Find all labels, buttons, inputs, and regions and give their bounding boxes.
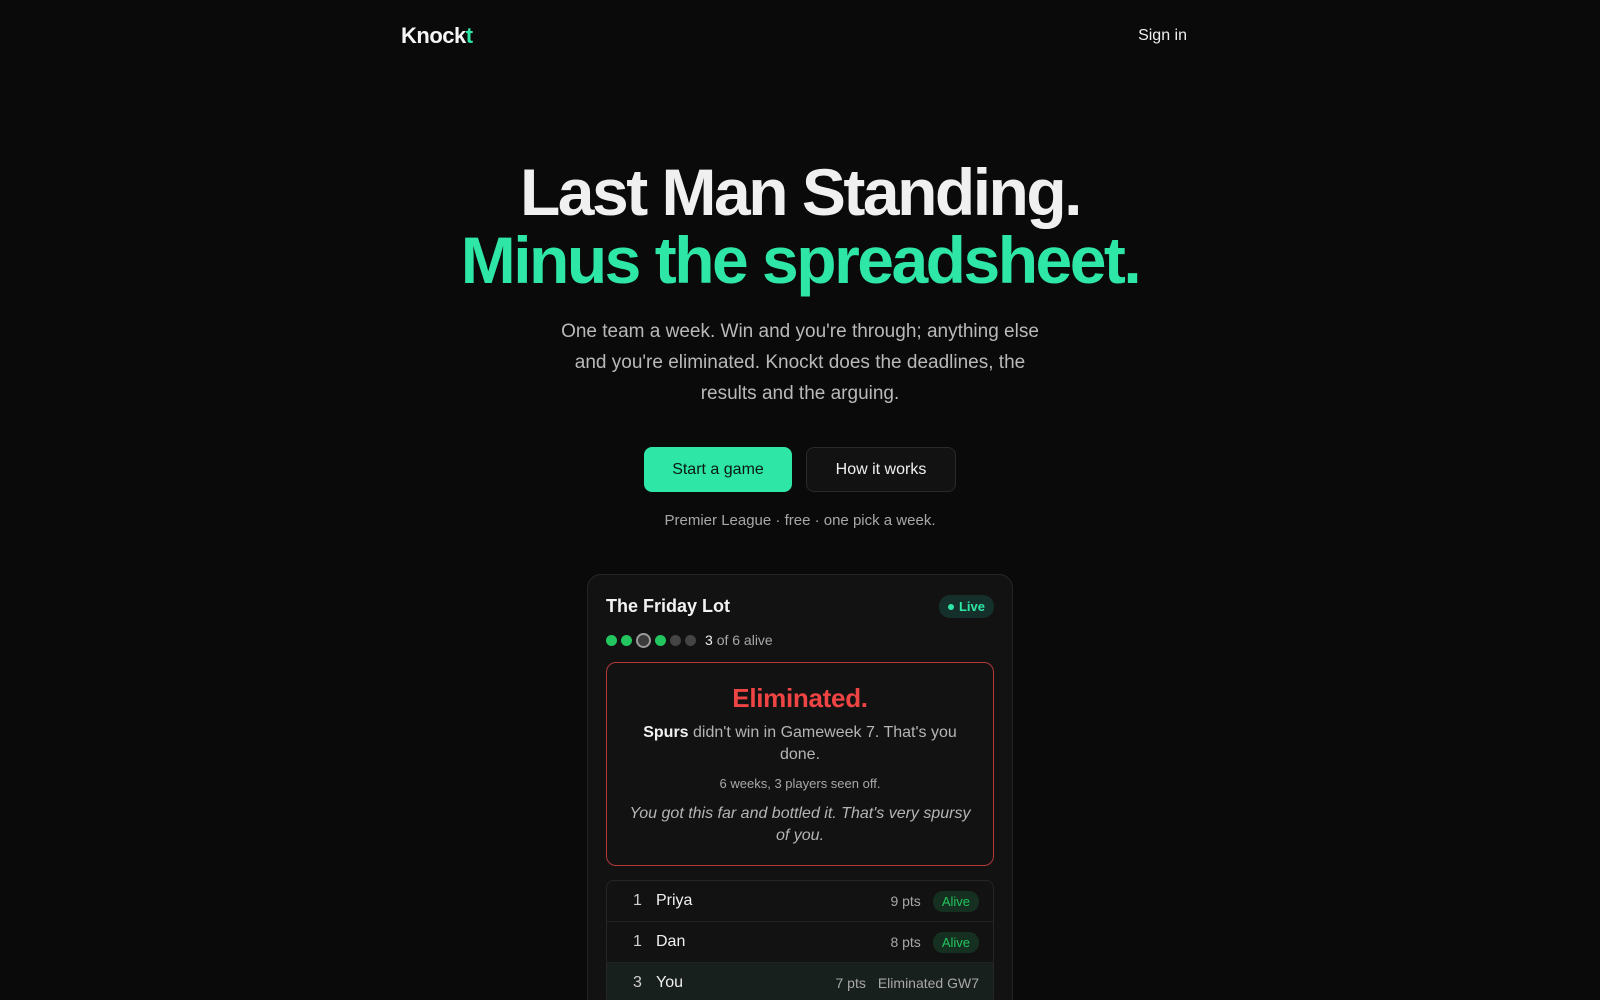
player-dot-you <box>636 632 651 648</box>
row-player-name: You <box>656 974 683 991</box>
row-rank: 1 <box>633 892 642 909</box>
alive-count-text: 3 of 6 alive <box>705 632 773 648</box>
start-game-button[interactable]: Start a game <box>644 447 792 492</box>
game-preview-card: The Friday Lot Live 3 of 6 alive Elimina… <box>587 574 1013 1000</box>
logo-main: Knock <box>401 23 466 48</box>
table-row: 1 Priya 9 pts Alive <box>607 881 993 922</box>
signin-link[interactable]: Sign in <box>1138 27 1187 45</box>
player-dot-out <box>685 634 696 646</box>
live-dot-icon <box>947 603 954 610</box>
card-header: The Friday Lot Live <box>606 595 994 618</box>
elimination-quote: You got this far and bottled it. That's … <box>629 805 971 844</box>
elimination-title: Eliminated. <box>732 683 868 713</box>
row-status-text: Eliminated GW7 <box>877 975 979 991</box>
logo[interactable]: Knockt <box>401 23 473 49</box>
cta-group: Start a game How it works <box>0 447 1600 492</box>
eliminated-team: Spurs <box>643 724 689 741</box>
row-player-name: Priya <box>656 892 693 909</box>
row-status-badge: Alive <box>932 931 979 953</box>
hero: Last Man Standing. Minus the spreadsheet… <box>0 158 1600 529</box>
standings-table: 1 Priya 9 pts Alive 1 Dan 8 pts Alive 3 … <box>606 880 994 1000</box>
player-dot-out <box>670 634 681 646</box>
table-row: 1 Dan 8 pts Alive <box>607 922 993 963</box>
hero-subtitle: Minus the spreadsheet. <box>460 223 1142 297</box>
live-badge-label: Live <box>958 599 985 614</box>
player-dot-alive <box>621 634 632 646</box>
hero-title: Last Man Standing. <box>519 155 1083 229</box>
elimination-panel: Eliminated. Spurs didn't win in Gameweek… <box>606 662 994 866</box>
row-player-name: Dan <box>656 933 686 950</box>
elimination-message-text: didn't win in Gameweek 7. That's you don… <box>693 724 957 763</box>
how-it-works-button[interactable]: How it works <box>806 447 956 492</box>
row-rank: 1 <box>633 933 642 950</box>
player-dot-alive <box>655 634 666 646</box>
table-row-you: 3 You 7 pts Eliminated GW7 <box>607 963 993 1000</box>
row-status-badge: Alive <box>932 890 979 912</box>
game-title: The Friday Lot <box>606 596 731 616</box>
row-rank: 3 <box>633 974 642 991</box>
live-badge: Live <box>938 595 994 618</box>
elimination-stat: 6 weeks, 3 players seen off. <box>719 776 881 791</box>
logo-accent: t <box>465 23 473 48</box>
player-dot-alive <box>606 634 617 646</box>
alive-suffix: of 6 alive <box>716 632 773 648</box>
alive-progress: 3 of 6 alive <box>606 632 994 648</box>
top-nav: Knockt Sign in <box>401 18 1187 54</box>
row-points: 7 pts <box>835 975 866 991</box>
row-points: 8 pts <box>890 934 921 950</box>
hero-tagline: Premier League · free · one pick a week. <box>664 512 936 529</box>
elimination-message: Spurs didn't win in Gameweek 7. That's y… <box>625 722 975 766</box>
hero-subcopy: One team a week. Win and you're through;… <box>561 321 1039 404</box>
row-points: 9 pts <box>890 893 921 909</box>
player-dots <box>606 632 696 648</box>
alive-count: 3 <box>705 632 713 648</box>
